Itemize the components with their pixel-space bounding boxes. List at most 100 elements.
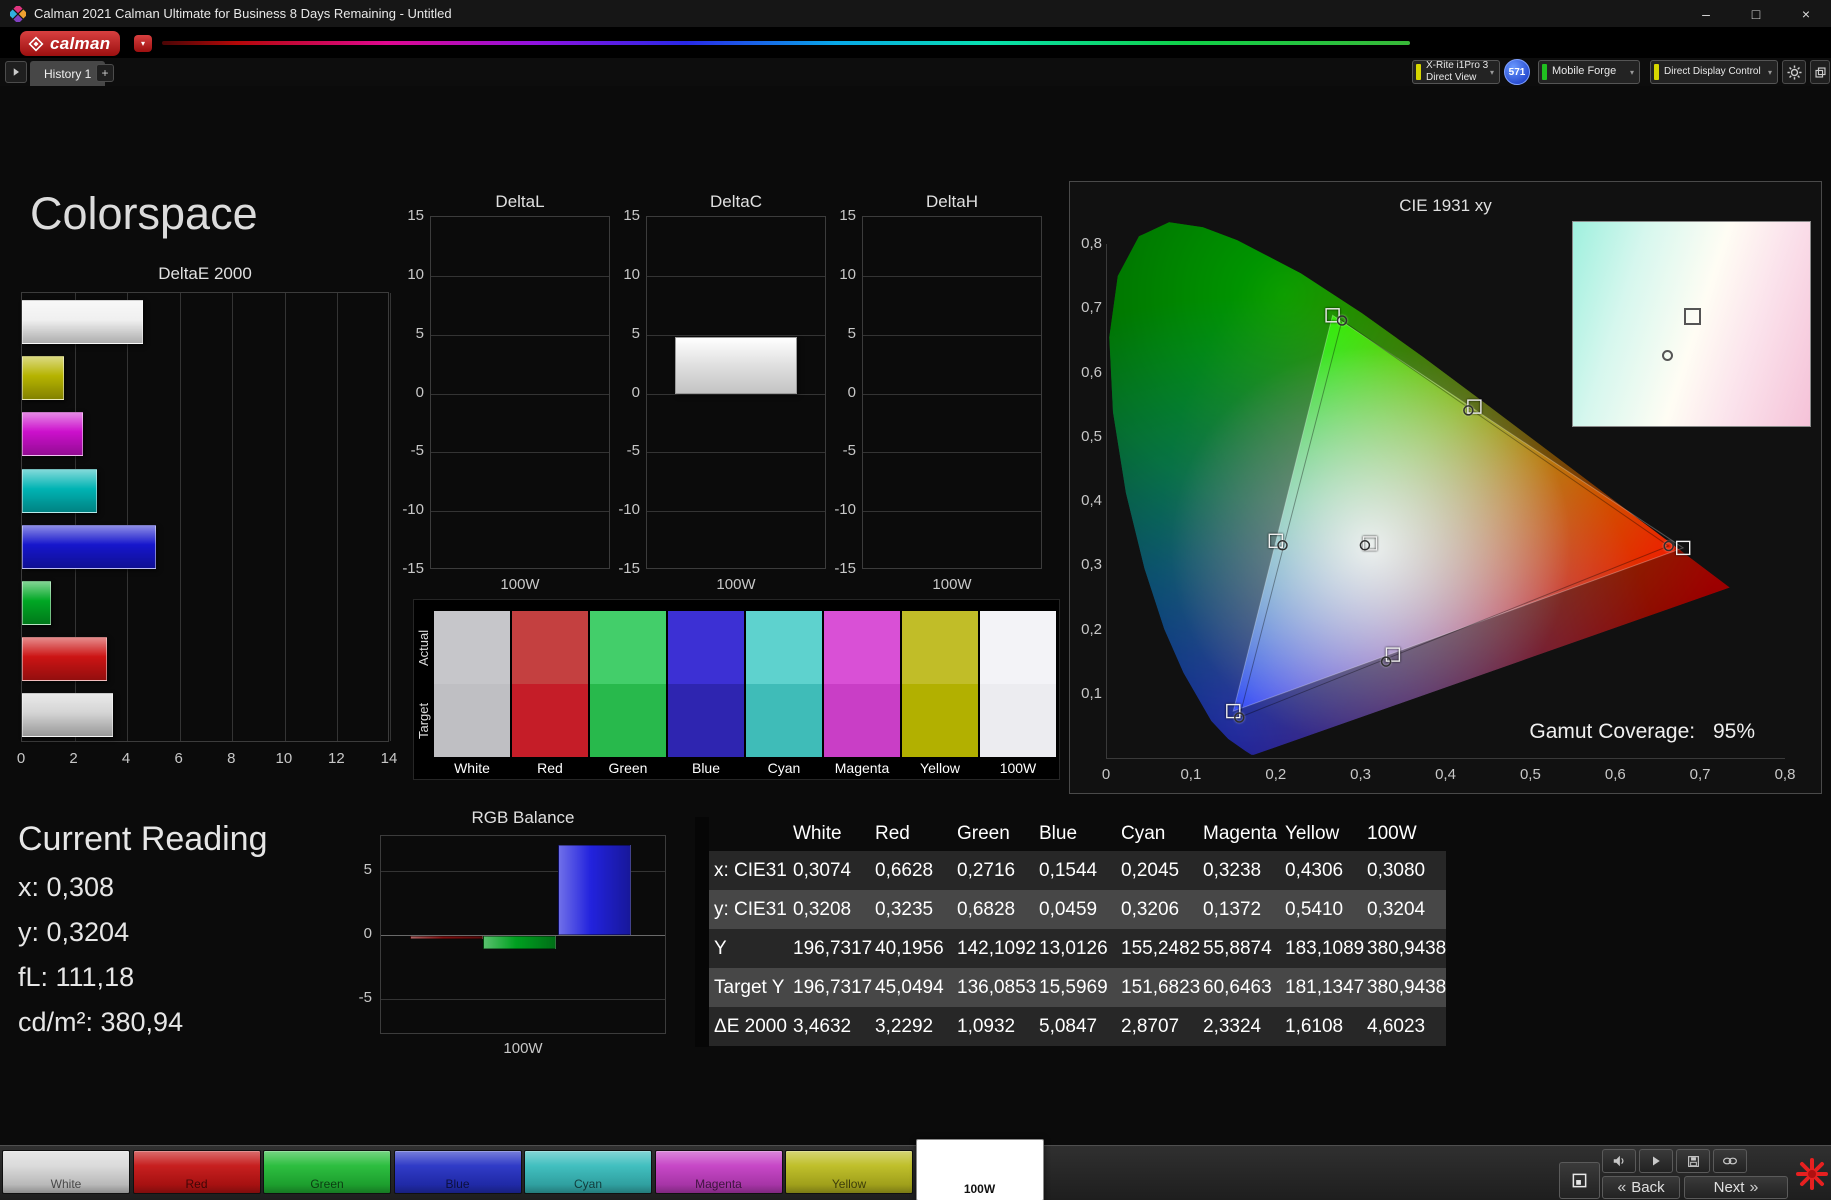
dock-arrow-button[interactable] — [5, 61, 27, 83]
back-button-label: Back — [1631, 1179, 1664, 1196]
actual-swatch — [746, 611, 822, 684]
pattern-patch-cyan[interactable]: Cyan — [524, 1150, 652, 1194]
autocal-starburst-button[interactable] — [1794, 1156, 1830, 1192]
y-tick: 0 — [330, 925, 372, 942]
actual-swatch — [902, 611, 978, 684]
swatch-label: White — [434, 760, 510, 776]
row-label: ΔE 2000 — [709, 1007, 790, 1046]
pattern-patch-yellow[interactable]: Yellow — [785, 1150, 913, 1194]
table-cell: 15,5969 — [1036, 968, 1118, 1007]
display-accent — [1654, 64, 1659, 80]
pattern-patch-100w[interactable]: 100W — [916, 1139, 1044, 1200]
next-button[interactable]: Next » — [1684, 1176, 1788, 1199]
table-cell: 380,9438 — [1364, 929, 1446, 968]
swatch-label: Cyan — [746, 760, 822, 776]
row-label: y: CIE31 — [709, 890, 790, 929]
deltae-bar-blue — [22, 525, 156, 569]
app-icon — [10, 6, 26, 22]
y-tick: 0,1 — [1072, 685, 1102, 702]
arrow-icon — [10, 66, 22, 78]
table-cell: 0,6828 — [954, 890, 1036, 929]
pattern-window-button[interactable] — [1559, 1162, 1600, 1199]
save-button[interactable] — [1676, 1149, 1710, 1173]
x-tick: 0,7 — [1686, 766, 1714, 783]
meter-device-label: X-Rite i1Pro 3Direct View — [1426, 60, 1488, 84]
table-cell: 181,1347 — [1282, 968, 1364, 1007]
gridline — [127, 293, 128, 741]
swatch-label: Red — [512, 760, 588, 776]
back-button[interactable]: « Back — [1602, 1176, 1680, 1199]
pattern-patch-magenta[interactable]: Magenta — [655, 1150, 783, 1194]
x-tick: 4 — [114, 750, 138, 767]
add-tab-button[interactable]: + — [96, 64, 114, 82]
y-tick: 10 — [816, 266, 856, 283]
window-title: Calman 2021 Calman Ultimate for Business… — [34, 6, 452, 21]
next-button-label: Next — [1714, 1179, 1745, 1196]
deltae-chart-plot — [21, 292, 389, 742]
gridline — [431, 394, 609, 395]
y-tick: 0 — [600, 384, 640, 401]
calman-logo-menu[interactable]: calman — [20, 31, 120, 56]
play-button[interactable] — [1639, 1149, 1673, 1173]
pattern-patch-blue[interactable]: Blue — [394, 1150, 522, 1194]
rgb-balance-x-label: 100W — [380, 1040, 666, 1057]
gamut-coverage-value: 95% — [1713, 720, 1755, 743]
patch-label: 100W — [917, 1182, 1043, 1196]
meter-status-badge[interactable]: 571 — [1504, 59, 1530, 85]
pattern-patch-white[interactable]: White — [2, 1150, 130, 1194]
chart-title-deltah: DeltaH — [862, 192, 1042, 212]
meter-device-dropdown[interactable]: X-Rite i1Pro 3Direct View ▾ — [1412, 60, 1500, 84]
table-cell: 0,3208 — [790, 890, 872, 929]
column-header-cyan: Cyan — [1118, 817, 1200, 851]
y-tick: 0 — [816, 384, 856, 401]
table-cell: 0,5410 — [1282, 890, 1364, 929]
rgb-bar-green — [483, 936, 556, 949]
tab-history-1[interactable]: History 1 — [30, 61, 105, 86]
chart-plot-deltac — [646, 216, 826, 569]
x-tick: 0,1 — [1177, 766, 1205, 783]
gridline — [863, 276, 1041, 277]
gridline — [232, 293, 233, 741]
rgb-bar-blue — [558, 845, 631, 935]
column-header-white: White — [790, 817, 872, 851]
logo-dropdown-caret[interactable]: ▾ — [134, 35, 152, 52]
close-button[interactable]: × — [1781, 0, 1831, 28]
table-cell: 0,3204 — [1364, 890, 1446, 929]
minimize-button[interactable]: – — [1681, 0, 1731, 28]
toolbar: calman ▾ — [0, 28, 1831, 58]
chevron-down-icon: ▾ — [1490, 68, 1494, 77]
y-tick: 0,3 — [1072, 556, 1102, 573]
y-tick: 0,4 — [1072, 492, 1102, 509]
settings-button[interactable] — [1782, 60, 1806, 84]
pattern-patch-green[interactable]: Green — [263, 1150, 391, 1194]
maximize-button[interactable]: □ — [1731, 0, 1781, 28]
patch-label: Cyan — [525, 1177, 651, 1191]
x-tick: 6 — [167, 750, 191, 767]
column-header-yellow: Yellow — [1282, 817, 1364, 851]
source-device-dropdown[interactable]: Mobile Forge ▾ — [1538, 60, 1640, 84]
x-label: 100W — [862, 576, 1042, 593]
panel-layout-button[interactable] — [1810, 60, 1830, 84]
swatch-label: 100W — [980, 760, 1056, 776]
gridline — [647, 276, 825, 277]
actual-target-swatch-strip: Actual Target WhiteRedGreenBlueCyanMagen… — [413, 599, 1060, 780]
y-tick: 0,5 — [1072, 428, 1102, 445]
deltae-bar-magenta — [22, 412, 83, 456]
display-control-dropdown[interactable]: Direct Display Control ▾ — [1650, 60, 1778, 84]
row-label: Target Y — [709, 968, 790, 1007]
reading-fl: fL: 111,18 — [18, 962, 134, 993]
y-tick: 15 — [816, 207, 856, 224]
speaker-button[interactable] — [1602, 1149, 1636, 1173]
table-cell: 4,6023 — [1364, 1007, 1446, 1046]
link-button[interactable] — [1713, 1149, 1747, 1173]
target-swatch — [434, 684, 510, 757]
column-header-green: Green — [954, 817, 1036, 851]
y-tick: 10 — [384, 266, 424, 283]
pattern-patch-red[interactable]: Red — [133, 1150, 261, 1194]
table-cell: 155,2482 — [1118, 929, 1200, 968]
x-tick: 0,4 — [1432, 766, 1460, 783]
table-cell: 5,0847 — [1036, 1007, 1118, 1046]
swatch-column-blue: Blue — [668, 600, 744, 779]
chevron-down-icon: ▾ — [1630, 68, 1634, 77]
inset-target-marker — [1684, 308, 1701, 325]
